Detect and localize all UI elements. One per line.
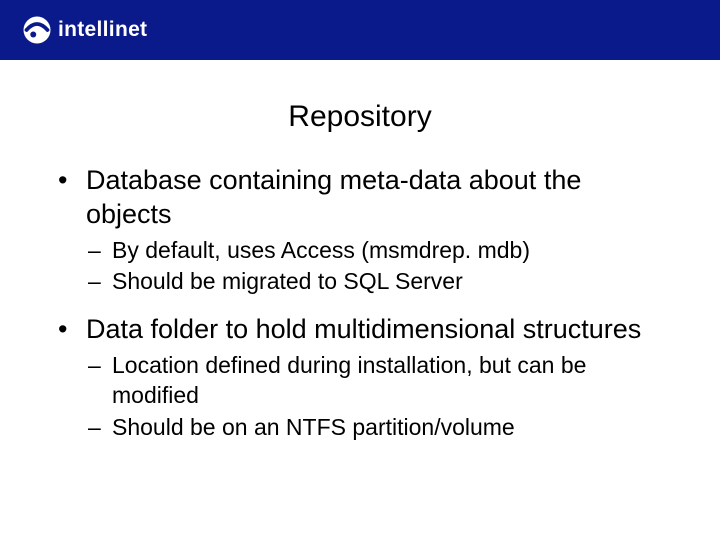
bullet-item: Database containing meta-data about the …: [40, 164, 670, 232]
sub-bullet-item: Should be migrated to SQL Server: [40, 267, 670, 297]
sub-bullet-text: Should be migrated to SQL Server: [112, 268, 463, 294]
slide-content: Database containing meta-data about the …: [0, 164, 720, 443]
sub-bullet-item: Location defined during installation, bu…: [40, 351, 670, 411]
sub-bullet-text: By default, uses Access (msmdrep. mdb): [112, 237, 530, 263]
slide-title: Repository: [0, 100, 720, 134]
intellinet-logo-icon: [22, 15, 52, 45]
sub-bullet-text: Location defined during installation, bu…: [112, 352, 586, 408]
sub-bullet-text: Should be on an NTFS partition/volume: [112, 414, 515, 440]
header-bar: intellinet: [0, 0, 720, 60]
sub-bullet-item: Should be on an NTFS partition/volume: [40, 413, 670, 443]
bullet-item: Data folder to hold multidimensional str…: [40, 313, 670, 347]
bullet-text: Data folder to hold multidimensional str…: [86, 314, 641, 344]
sub-bullet-item: By default, uses Access (msmdrep. mdb): [40, 236, 670, 266]
bullet-text: Database containing meta-data about the …: [86, 165, 581, 229]
brand-name: intellinet: [58, 18, 147, 42]
brand-logo: intellinet: [22, 15, 147, 45]
